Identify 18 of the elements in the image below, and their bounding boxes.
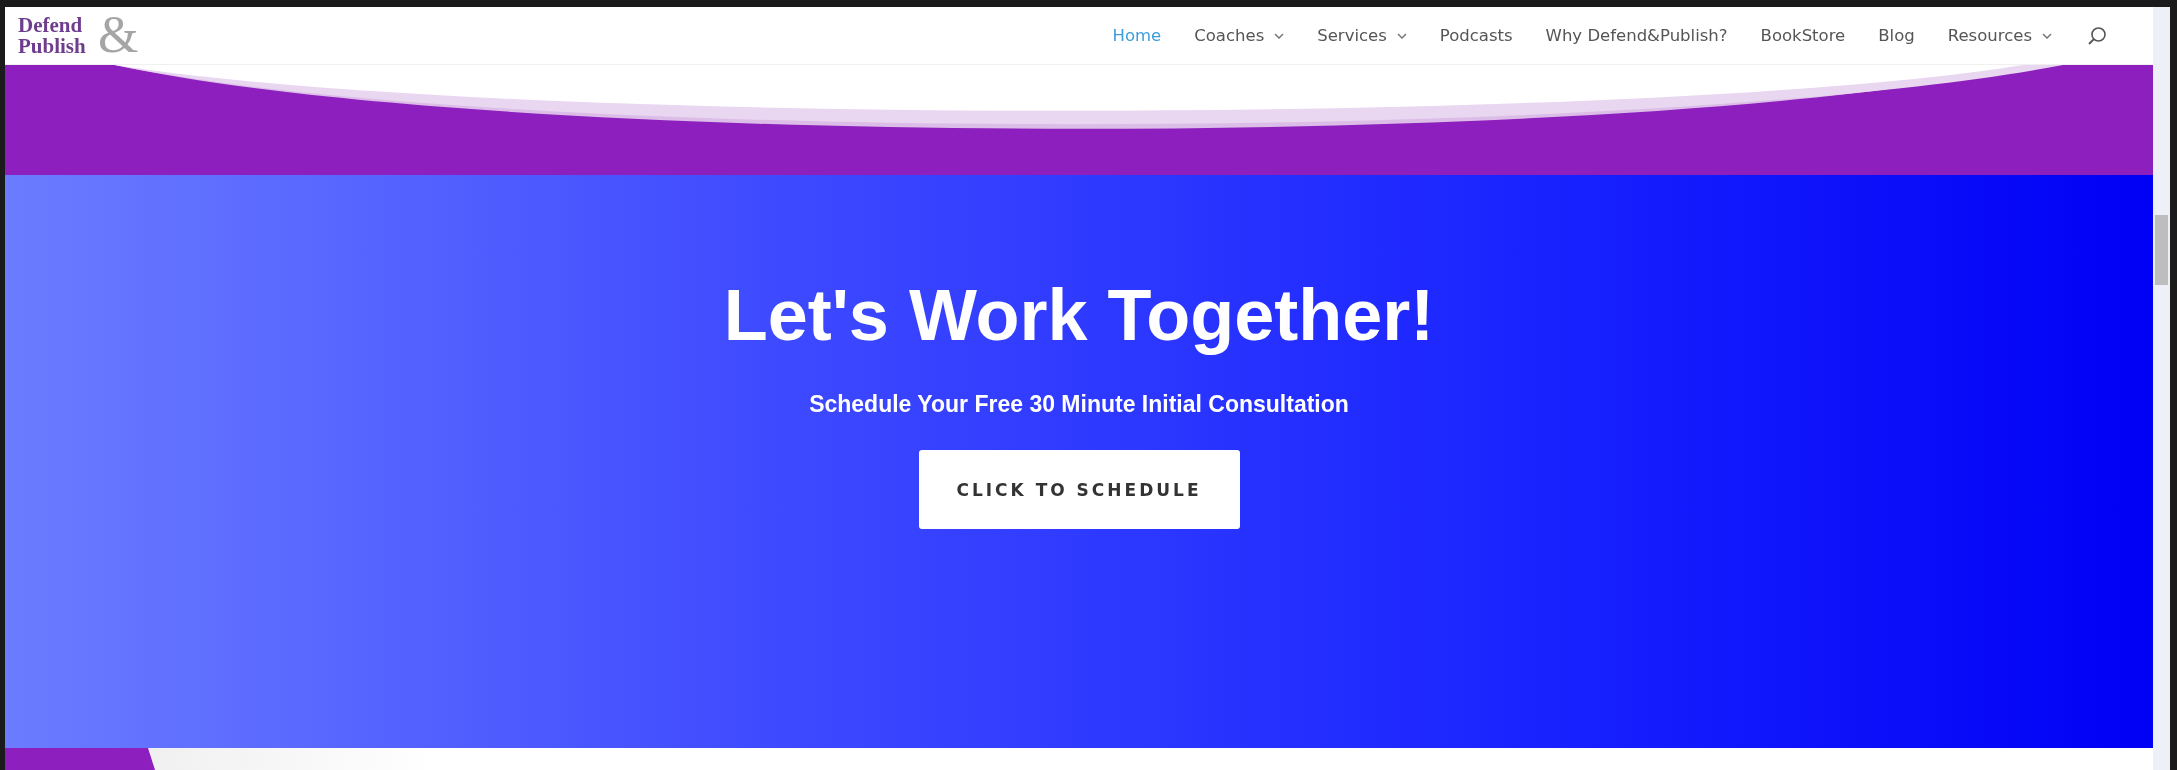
search-icon[interactable] <box>2087 25 2107 46</box>
hero-title: Let's Work Together! <box>723 275 1435 355</box>
caret-icon <box>1396 32 1407 39</box>
nav-link[interactable]: Resources <box>1947 26 2052 45</box>
nav-link[interactable]: Podcasts <box>1439 26 1513 45</box>
logo-ampersand: & <box>98 8 139 61</box>
scrollbar-thumb[interactable] <box>2155 215 2168 285</box>
nav-link[interactable]: BookStore <box>1760 26 1846 45</box>
nav-link[interactable]: Coaches <box>1194 26 1285 45</box>
schedule-button[interactable]: CLICK TO SCHEDULE <box>918 450 1240 529</box>
logo-text[interactable]: Defend <box>18 14 83 36</box>
nav-link[interactable]: Blog <box>1878 26 1915 45</box>
caret-icon <box>2042 32 2052 39</box>
nav-link[interactable]: Services <box>1317 26 1407 45</box>
hero-subtitle: Schedule Your Free 30 Minute Initial Consultation <box>809 391 1349 418</box>
caret-icon <box>1274 32 1285 39</box>
logo-text[interactable]: Publish <box>18 35 86 57</box>
nav-link[interactable]: Why Defend&Publish? <box>1545 26 1728 45</box>
